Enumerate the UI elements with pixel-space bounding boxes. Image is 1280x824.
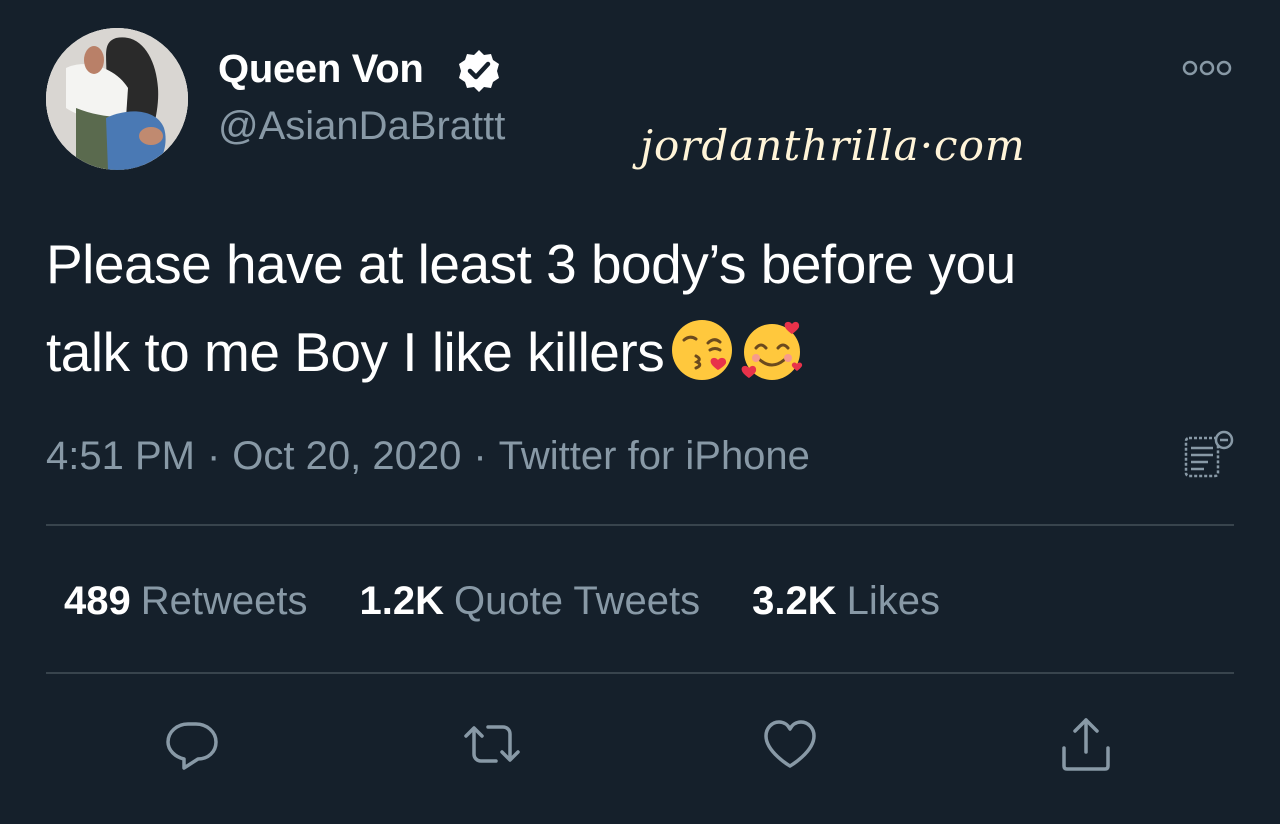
verified-badge-icon [459, 50, 499, 92]
quote-tweets-label: Quote Tweets [454, 579, 701, 623]
share-icon[interactable] [1054, 712, 1118, 776]
tweet-analytics-icon[interactable] [1180, 428, 1236, 484]
retweets-count: 489 [64, 579, 131, 623]
tweet-time[interactable]: 4:51 PM [46, 434, 195, 478]
watermark: jordanthrilla·com [640, 121, 1026, 170]
smiling-face-with-hearts-icon [741, 322, 803, 381]
more-options-icon[interactable] [1180, 56, 1234, 80]
likes-stat[interactable]: 3.2K Likes [752, 576, 940, 626]
tweet-text: Please have at least 3 body’s before you… [46, 220, 1226, 396]
meta-separator: · [206, 434, 221, 478]
engagement-stats: 489 Retweets 1.2K Quote Tweets 3.2K Likes [64, 576, 992, 626]
reply-icon[interactable] [160, 712, 224, 776]
tweet-source[interactable]: Twitter for iPhone [499, 434, 810, 478]
retweets-label: Retweets [140, 579, 308, 623]
tweet-date[interactable]: Oct 20, 2020 [232, 434, 461, 478]
quote-tweets-stat[interactable]: 1.2K Quote Tweets [360, 576, 701, 626]
likes-count: 3.2K [752, 579, 837, 623]
tweet-text-line-with-emoji: talk to me Boy I like killers [46, 308, 1226, 396]
tweet-text-line: Please have at least 3 body’s before you [46, 233, 1016, 295]
author-handle[interactable]: @AsianDaBrattt [218, 102, 505, 150]
author-display-name[interactable]: Queen Von [218, 45, 424, 93]
retweets-stat[interactable]: 489 Retweets [64, 576, 308, 626]
face-blowing-a-kiss-icon [672, 320, 733, 381]
likes-label: Likes [846, 579, 940, 623]
avatar[interactable] [46, 28, 188, 170]
tweet-meta: 4:51 PM · Oct 20, 2020 · Twitter for iPhone [46, 432, 810, 480]
like-icon[interactable] [758, 712, 822, 776]
meta-separator: · [473, 434, 487, 478]
retweet-icon[interactable] [460, 712, 524, 776]
quote-tweets-count: 1.2K [359, 579, 445, 623]
divider [46, 524, 1234, 526]
tweet-text-line: talk to me Boy I like killers [46, 321, 665, 383]
tweet-card: Queen Von @AsianDaBrattt jordanthrilla·c… [0, 0, 1280, 824]
divider [46, 672, 1234, 674]
